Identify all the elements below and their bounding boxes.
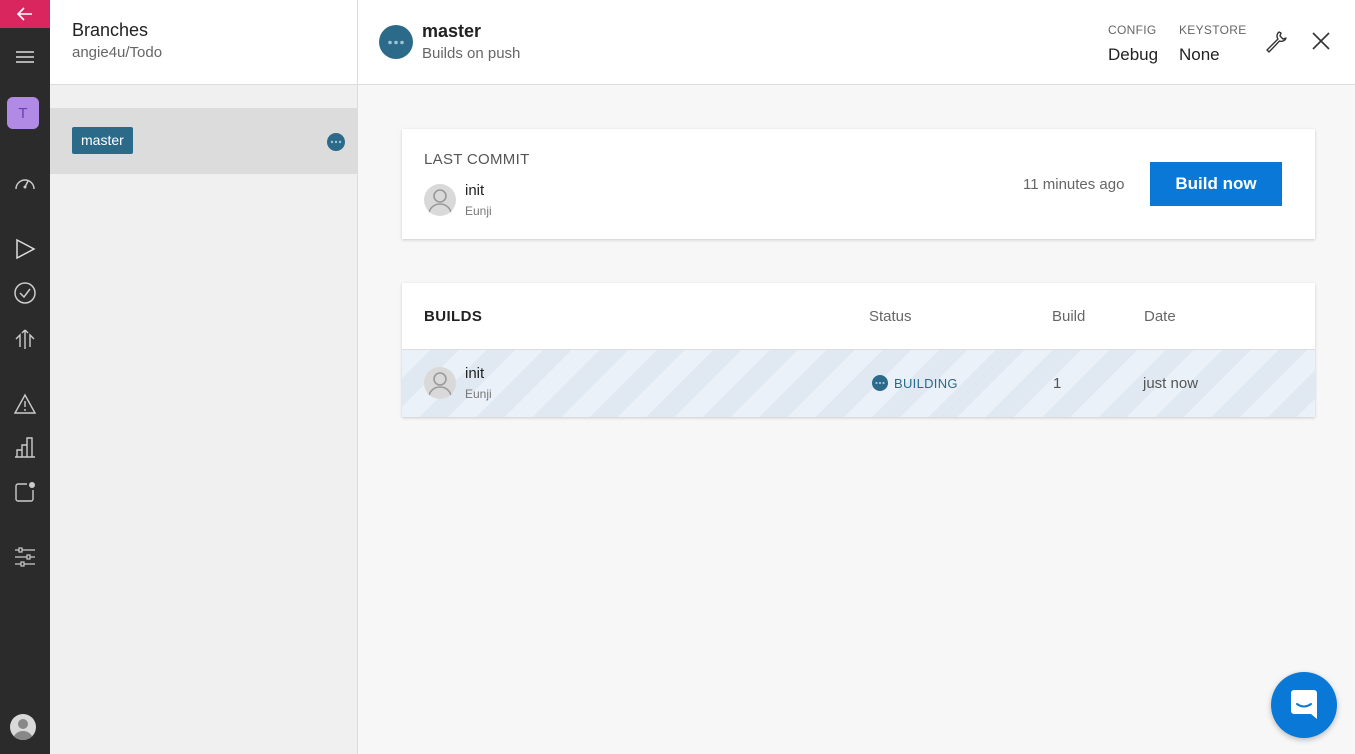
build-status: BUILDING: [872, 375, 958, 391]
user-icon[interactable]: [10, 714, 36, 740]
author-avatar: [424, 367, 456, 399]
commit-message: init: [465, 182, 485, 199]
build-commit-author: Eunji: [465, 387, 492, 401]
analytics-icon[interactable]: [0, 431, 50, 463]
configure-button[interactable]: [1263, 28, 1289, 54]
last-commit-card: LAST COMMIT init Eunji 11 minutes ago Bu…: [402, 129, 1315, 239]
settings-icon[interactable]: [0, 541, 50, 573]
menu-icon[interactable]: [0, 41, 50, 73]
keystore-info: KEYSTORE None: [1179, 23, 1247, 65]
column-header-date: Date: [1144, 308, 1176, 325]
building-status-icon: [379, 25, 413, 59]
back-arrow-icon: [17, 7, 32, 21]
build-date: just now: [1143, 375, 1199, 392]
author-avatar: [424, 184, 456, 216]
app-avatar[interactable]: T: [7, 97, 39, 129]
test-icon[interactable]: [0, 277, 50, 309]
chat-button[interactable]: [1271, 672, 1337, 738]
build-now-button[interactable]: Build now: [1150, 162, 1282, 206]
left-rail: T: [0, 0, 50, 754]
build-status-text: BUILDING: [894, 375, 958, 391]
keystore-label: KEYSTORE: [1179, 23, 1247, 37]
commit-time: 11 minutes ago: [1023, 176, 1125, 193]
keystore-value: None: [1179, 45, 1220, 64]
dashboard-icon[interactable]: [0, 167, 50, 199]
building-status-icon: [872, 375, 888, 391]
column-header-build: Build: [1052, 308, 1086, 325]
builds-title: BUILDS: [424, 308, 483, 325]
push-icon[interactable]: [0, 476, 50, 508]
back-button[interactable]: [0, 0, 50, 28]
distribute-icon[interactable]: [0, 323, 50, 355]
chat-icon: [1291, 690, 1317, 719]
config-info: CONFIG Debug: [1108, 23, 1158, 65]
branch-header: master Builds on push CONFIG Debug KEYST…: [358, 0, 1355, 85]
branch-title: master: [422, 21, 482, 41]
last-commit-label: LAST COMMIT: [424, 151, 530, 168]
building-status-icon: [327, 133, 345, 151]
builds-card: BUILDS Status Build Date init Eunji BUIL…: [402, 283, 1315, 417]
branches-title: Branches: [72, 20, 149, 40]
build-icon[interactable]: [0, 233, 50, 265]
build-trigger: Builds on push: [422, 45, 521, 62]
close-icon: [1312, 32, 1330, 50]
table-row[interactable]: init Eunji BUILDING 1 just now: [402, 350, 1315, 417]
wrench-icon: [1266, 31, 1287, 53]
branches-panel: Branches angie4u/Todo master: [50, 0, 358, 754]
branches-header: Branches angie4u/Todo: [50, 0, 357, 85]
build-commit-message: init: [465, 365, 485, 382]
diagnostics-icon[interactable]: [0, 388, 50, 420]
commit-author: Eunji: [465, 204, 492, 218]
build-number: 1: [1053, 375, 1062, 392]
config-label: CONFIG: [1108, 23, 1157, 37]
repo-name: angie4u/Todo: [72, 44, 163, 61]
close-button[interactable]: [1308, 28, 1334, 54]
column-header-status: Status: [869, 308, 912, 325]
branch-name-chip: master: [72, 127, 133, 154]
builds-table-header: BUILDS Status Build Date: [402, 283, 1315, 350]
config-value: Debug: [1108, 45, 1159, 64]
branch-item-master[interactable]: master: [50, 108, 357, 174]
